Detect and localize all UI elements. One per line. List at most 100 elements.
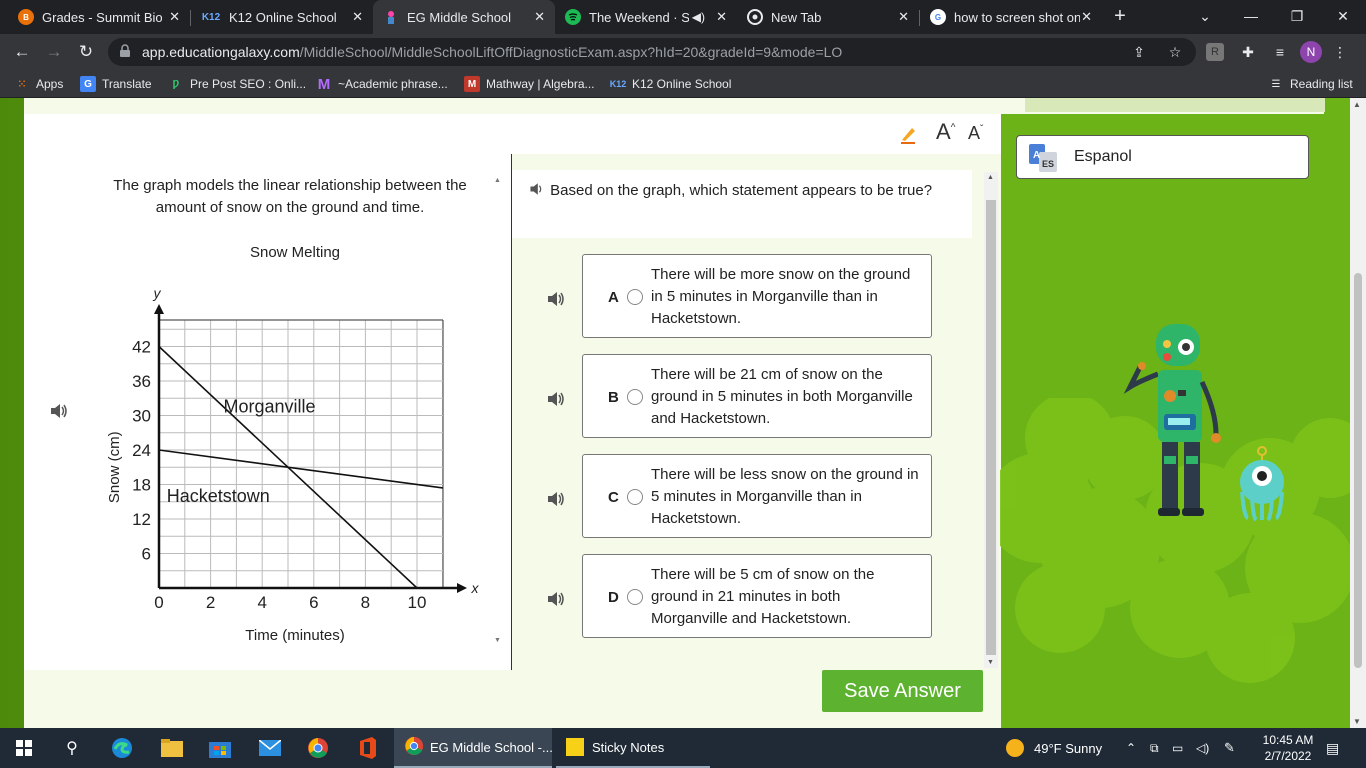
x-tick-label: 8 [361,593,370,612]
speaker-icon[interactable] [545,588,567,610]
page-scrollbar[interactable]: ▲ ▼ [1350,98,1366,728]
close-icon[interactable]: ✕ [169,9,180,25]
scroll-down-arrow-icon[interactable]: ▼ [1353,717,1361,726]
tab-new-tab[interactable]: New Tab ✕ [737,0,919,34]
pen-icon[interactable]: ✎ [1224,728,1235,768]
scroll-thumb[interactable] [1354,273,1362,668]
reload-icon[interactable]: ↻ [74,40,98,64]
speaker-icon[interactable] [528,180,546,205]
speaker-icon[interactable] [545,388,567,410]
tab-eg-middle-school[interactable]: EG Middle School ✕ [373,0,555,34]
sticky-notes-icon [566,738,584,756]
close-icon[interactable]: ✕ [1081,9,1092,25]
close-window-button[interactable]: ✕ [1320,0,1366,34]
media-control-icon[interactable]: ≡ [1270,42,1290,62]
answer-choice-b[interactable]: B There will be 21 cm of snow on the gro… [582,354,932,438]
taskbar-app-sticky-notes[interactable]: Sticky Notes [556,728,710,768]
increase-font-button[interactable]: A^ [936,119,955,145]
chart-axes [154,304,467,593]
back-arrow-icon[interactable]: ← [10,40,34,64]
url-text[interactable]: app.educationgalaxy.com/MiddleSchool/Mid… [142,44,842,60]
x-axis-letter: x [471,580,480,596]
answer-choice-a[interactable]: A There will be more snow on the ground … [582,254,932,338]
x-tick-label: 4 [257,593,266,612]
forward-arrow-icon[interactable]: → [42,40,66,64]
battery-icon[interactable]: ▭ [1172,728,1183,768]
close-icon[interactable]: ✕ [352,9,363,25]
scroll-thumb[interactable] [986,200,996,655]
answers-scrollbar[interactable]: ▲ ▼ [984,172,998,668]
search-icon[interactable]: ⚲ [58,728,86,768]
bookmark-mathway[interactable]: M Mathway | Algebra... [464,75,595,93]
k12-icon: K12 [201,11,221,23]
google-icon: G [930,9,946,25]
radio-button[interactable] [627,389,643,405]
chart-grid [159,319,444,588]
microsoft-store-icon[interactable] [206,728,234,768]
edge-icon[interactable] [108,728,136,768]
close-icon[interactable]: ✕ [898,9,909,25]
close-icon[interactable]: ✕ [534,9,545,25]
chrome-icon[interactable] [304,728,332,768]
choice-letter: A [608,289,619,306]
reading-list-button[interactable]: ☰ Reading list [1268,75,1353,93]
menu-kebab-icon[interactable]: ⋮ [1330,42,1350,62]
tab-k12[interactable]: K12 K12 Online School ✕ [191,0,373,34]
profile-avatar[interactable]: N [1300,41,1322,63]
tab-google-search[interactable]: G how to screen shot on ✕ [920,0,1102,34]
scroll-up-arrow-icon[interactable]: ▲ [494,177,501,184]
decrease-font-button[interactable]: Aˇ [968,123,983,144]
scroll-down-arrow-icon[interactable]: ▼ [987,659,994,666]
clock-date: 2/7/2022 [1264,749,1312,763]
weather-widget[interactable]: 49°F Sunny [1006,728,1102,768]
bookmark-academic-phrases[interactable]: M ~Academic phrase... [316,75,448,93]
tab-title: Grades - Summit Biolo [42,9,162,25]
meet-now-icon[interactable]: ⧉ [1150,728,1159,768]
address-bar[interactable]: app.educationgalaxy.com/MiddleSchool/Mid… [108,38,1196,66]
save-answer-button[interactable]: Save Answer [822,670,983,712]
radio-button[interactable] [627,289,643,305]
office-icon[interactable] [354,728,382,768]
y-axis-title: Snow (cm) [106,431,123,503]
scroll-up-arrow-icon[interactable]: ▲ [1353,100,1361,109]
tab-spotify[interactable]: The Weekend · SZ ◀) ✕ [555,0,737,34]
new-tab-button[interactable]: + [1108,4,1132,28]
volume-icon[interactable]: ◁) [1196,728,1209,768]
answer-choice-d[interactable]: D There will be 5 cm of snow on the grou… [582,554,932,638]
sun-icon [1006,739,1024,757]
highlighter-pencil-icon[interactable] [898,124,918,144]
tab-search-chevron-icon[interactable]: ⌄ [1182,0,1228,34]
passage-scrollbar[interactable]: ▲ ▼ [491,172,505,644]
notifications-icon[interactable]: ▤ [1326,728,1339,768]
minimize-button[interactable]: — [1228,0,1274,34]
extension-r-icon[interactable]: R [1206,43,1224,61]
show-hidden-icons-chevron-icon[interactable]: ⌃ [1126,728,1136,768]
speaker-icon[interactable] [48,400,70,422]
lock-icon[interactable] [118,44,132,58]
speaker-icon[interactable]: ◀) [692,10,705,24]
answer-choice-c[interactable]: C There will be less snow on the ground … [582,454,932,538]
bookmark-k12[interactable]: K12 K12 Online School [610,75,732,93]
star-icon[interactable]: ☆ [1166,43,1184,61]
espanol-button[interactable]: A ES Espanol [1016,135,1309,179]
windows-start-icon[interactable] [10,728,38,768]
speaker-icon[interactable] [545,488,567,510]
radio-button[interactable] [627,589,643,605]
mail-icon[interactable] [256,728,284,768]
puzzle-extensions-icon[interactable]: ✚ [1238,42,1258,62]
radio-button[interactable] [627,489,643,505]
speaker-icon[interactable] [545,288,567,310]
system-clock[interactable]: 10:45 AM 2/7/2022 [1258,732,1318,764]
bookmark-translate[interactable]: G Translate [80,75,152,93]
header-strip-panel [1025,98,1325,112]
share-icon[interactable]: ⇪ [1130,43,1148,61]
restore-button[interactable]: ❐ [1274,0,1320,34]
taskbar-app-eg-middle-school[interactable]: EG Middle School -... [394,728,553,768]
bookmark-prepostseo[interactable]: Ƿ Pre Post SEO : Onli... [168,75,306,93]
scroll-up-arrow-icon[interactable]: ▲ [987,174,994,181]
file-explorer-icon[interactable] [158,728,186,768]
bookmark-apps[interactable]: ⁙ Apps [14,75,64,93]
close-icon[interactable]: ✕ [716,9,727,25]
tab-grades[interactable]: B Grades - Summit Biolo ✕ [8,0,190,34]
scroll-down-arrow-icon[interactable]: ▼ [494,637,501,644]
